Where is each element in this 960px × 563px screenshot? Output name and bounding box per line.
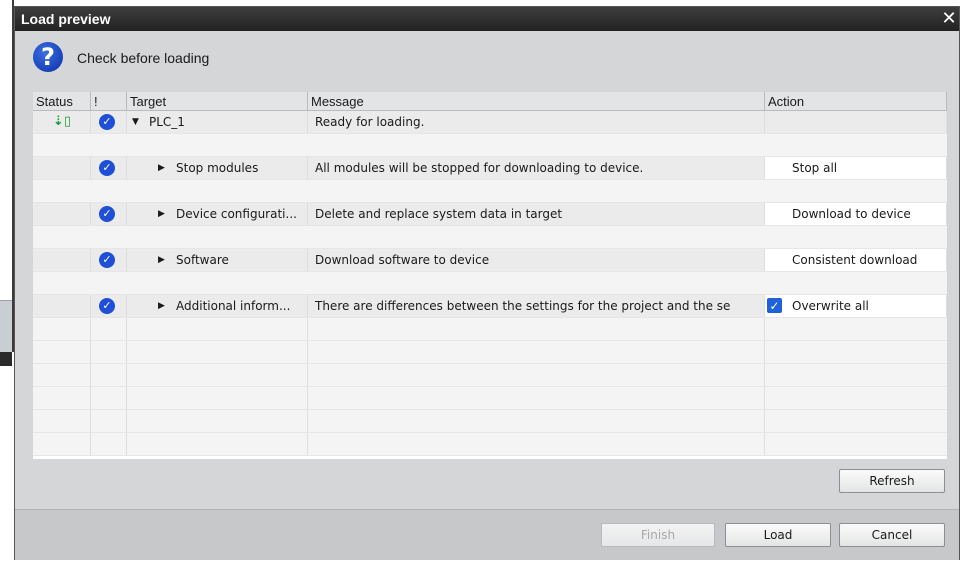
table-row[interactable]: ✓ ▶ Device configurati... Delete and rep… <box>33 203 947 226</box>
close-icon[interactable]: ✕ <box>939 8 959 30</box>
table-row-spacer <box>33 272 947 295</box>
target-label: Additional inform... <box>176 299 291 313</box>
table-row-spacer <box>33 226 947 249</box>
finish-button[interactable]: Finish <box>601 523 715 547</box>
background-dark-strip <box>0 352 12 366</box>
action-label: Stop all <box>792 161 838 175</box>
dialog-title: Load preview <box>21 11 111 27</box>
action-label: Overwrite all <box>792 299 869 313</box>
header-text: Check before loading <box>77 50 210 66</box>
target-label: Stop modules <box>176 161 259 175</box>
action-dropdown[interactable]: Consistent download <box>765 249 947 271</box>
table-row-empty <box>33 410 947 433</box>
column-header-status[interactable]: Status <box>33 92 91 111</box>
load-button[interactable]: Load <box>725 523 831 547</box>
message-text: Delete and replace system data in target <box>308 203 765 225</box>
table-row-spacer <box>33 134 947 157</box>
table-row-empty <box>33 341 947 364</box>
table-row[interactable]: ✓ ▶ Software Download software to device… <box>33 249 947 272</box>
action-label: Consistent download <box>792 253 918 267</box>
table-row[interactable]: ✓ ▶ Stop modules All modules will be sto… <box>33 157 947 180</box>
table-row[interactable]: ⇣▯ ✓ ▼ PLC_1 Ready for loading. <box>33 111 947 134</box>
load-preview-table: Status ! Target Message Action ⇣▯ ✓ ▼ PL… <box>33 92 947 459</box>
expander-right-icon[interactable]: ▶ <box>158 203 165 225</box>
table-row-empty <box>33 433 947 456</box>
expander-right-icon[interactable]: ▶ <box>158 249 165 271</box>
column-header-target[interactable]: Target <box>127 92 308 111</box>
cancel-button[interactable]: Cancel <box>839 523 945 547</box>
expander-right-icon[interactable]: ▶ <box>158 295 165 317</box>
table-row-empty <box>33 364 947 387</box>
table-row[interactable]: ✓ ▶ Additional inform... There are diffe… <box>33 295 947 318</box>
target-label: Software <box>176 253 229 267</box>
action-dropdown[interactable]: Stop all <box>765 157 947 179</box>
table-row-spacer <box>33 180 947 203</box>
action-label: Download to device <box>792 207 911 221</box>
load-preview-dialog: Load preview ✕ ? Check before loading St… <box>14 6 960 560</box>
check-circle-icon: ✓ <box>99 114 115 130</box>
column-header-action[interactable]: Action <box>765 92 947 111</box>
column-header-exclamation[interactable]: ! <box>91 92 127 111</box>
action-dropdown[interactable]: Download to device <box>765 203 947 225</box>
table-row-empty <box>33 387 947 410</box>
target-label: Device configurati... <box>176 207 297 221</box>
overwrite-all-checkbox[interactable]: ✓ <box>767 298 782 313</box>
check-circle-icon: ✓ <box>99 206 115 222</box>
expander-right-icon[interactable]: ▶ <box>158 157 165 179</box>
check-circle-icon: ✓ <box>99 160 115 176</box>
background-panel <box>0 300 12 353</box>
message-text: There are differences between the settin… <box>308 295 765 317</box>
target-label: PLC_1 <box>149 115 185 129</box>
expander-down-icon[interactable]: ▼ <box>132 111 139 133</box>
check-circle-icon: ✓ <box>99 298 115 314</box>
title-bar[interactable]: Load preview ✕ <box>15 7 959 31</box>
message-text: Download software to device <box>308 249 765 271</box>
load-arrow-icon: ⇣▯ <box>53 114 72 129</box>
check-circle-icon: ✓ <box>99 252 115 268</box>
table-row-empty <box>33 318 947 341</box>
action-cell <box>765 111 947 133</box>
message-text: All modules will be stopped for download… <box>308 157 765 179</box>
question-icon: ? <box>33 42 63 72</box>
column-header-message[interactable]: Message <box>308 92 765 111</box>
refresh-button[interactable]: Refresh <box>839 469 945 493</box>
message-text: Ready for loading. <box>308 111 765 133</box>
action-cell: ✓ Overwrite all <box>765 295 947 317</box>
